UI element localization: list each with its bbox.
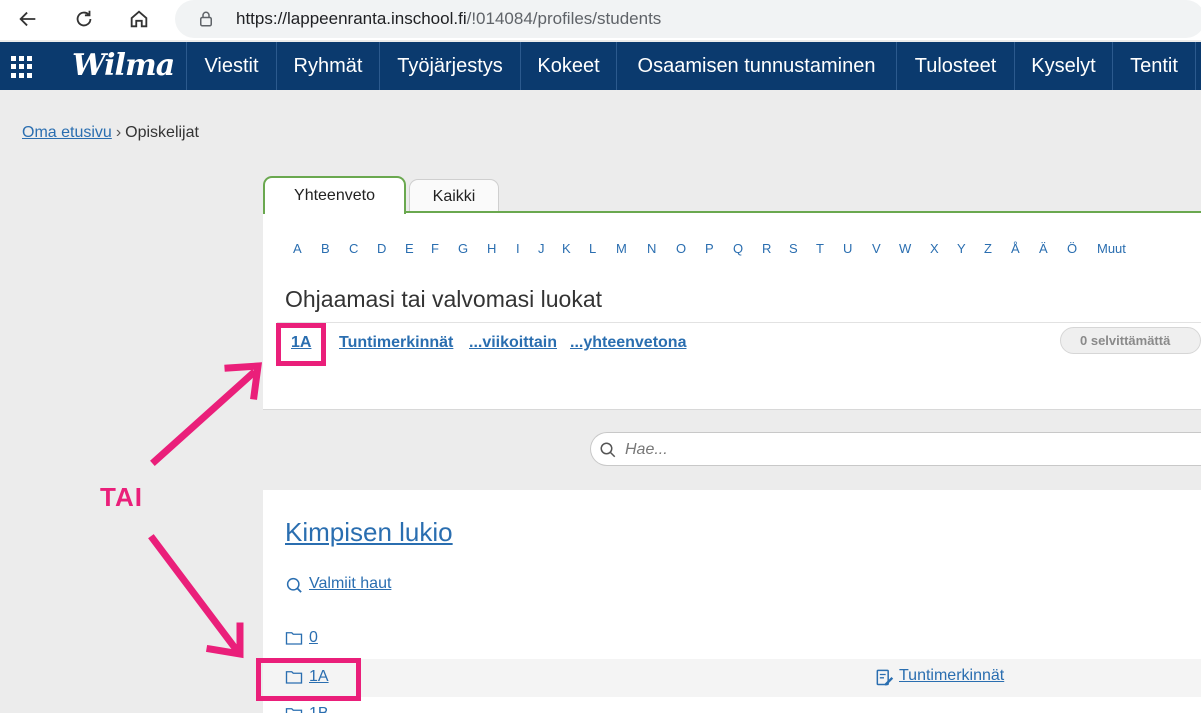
alpha-letter[interactable]: T — [816, 241, 824, 256]
folder-icon — [285, 632, 303, 645]
highlight-box-1a-top — [276, 323, 326, 366]
annotation-or-label: TAI — [100, 482, 143, 512]
group-0-link[interactable]: 0 — [309, 629, 318, 647]
saved-searches-link[interactable]: Valmiit haut — [309, 575, 391, 593]
home-icon — [130, 10, 148, 28]
alpha-letter[interactable]: R — [762, 241, 771, 256]
alpha-letter[interactable]: Å — [1011, 241, 1020, 256]
wilma-logo[interactable]: Wilma — [72, 48, 175, 83]
reload-button[interactable] — [70, 5, 98, 33]
nav-tentit[interactable]: Tentit — [1112, 42, 1196, 90]
search-input[interactable] — [625, 439, 1185, 461]
nav-tyojarjestys[interactable]: Työjärjestys — [379, 42, 520, 90]
breadcrumb: Oma etusivu › Opiskelijat — [22, 124, 199, 142]
unresolved-badge[interactable]: 0 selvittämättä — [1060, 327, 1201, 354]
alpha-letter[interactable]: A — [293, 241, 302, 256]
reload-icon — [76, 10, 92, 27]
alpha-letter[interactable]: L — [589, 241, 596, 256]
row-markings-link[interactable]: Tuntimerkinnät — [899, 667, 1004, 685]
alpha-letter[interactable]: Ö — [1067, 241, 1077, 256]
breadcrumb-separator: › — [115, 124, 122, 141]
breadcrumb-home-link[interactable]: Oma etusivu — [22, 124, 112, 141]
alpha-letter[interactable]: K — [562, 241, 571, 256]
tab-kaikki[interactable]: Kaikki — [409, 179, 499, 213]
group-row-1a — [263, 659, 1201, 697]
nav-viestit[interactable]: Viestit — [186, 42, 276, 90]
address-bar[interactable]: https://lappeenranta.inschool.fi/!014084… — [175, 0, 1201, 38]
alpha-letter[interactable]: I — [516, 241, 520, 256]
alpha-letter[interactable]: V — [872, 241, 881, 256]
browser-toolbar: https://lappeenranta.inschool.fi/!014084… — [0, 0, 1201, 40]
alpha-letter[interactable]: U — [843, 241, 852, 256]
breadcrumb-current: Opiskelijat — [125, 124, 199, 141]
url-host: https://lappeenranta.inschool.fi — [236, 9, 467, 28]
arrow-down-right — [148, 534, 244, 659]
alpha-letter[interactable]: J — [538, 241, 545, 256]
section-divider — [277, 322, 1201, 323]
search-box — [590, 432, 1201, 466]
alpha-letter[interactable]: G — [458, 241, 468, 256]
url-text: https://lappeenranta.inschool.fi/!014084… — [236, 9, 661, 29]
alpha-letter[interactable]: Z — [984, 241, 992, 256]
markings-link[interactable]: Tuntimerkinnät — [339, 334, 453, 352]
nav-osaamisen-tunnustaminen[interactable]: Osaamisen tunnustaminen — [616, 42, 896, 90]
nav-tulosteet[interactable]: Tulosteet — [896, 42, 1014, 90]
guided-classes-title: Ohjaamasi tai valvomasi luokat — [285, 286, 603, 312]
alpha-letter[interactable]: S — [789, 241, 798, 256]
site-info-icon[interactable] — [197, 10, 215, 28]
highlight-box-1a-bottom — [256, 658, 361, 701]
tab-yhteenveto[interactable]: Yhteenveto — [263, 176, 406, 214]
alpha-letter[interactable]: N — [647, 241, 656, 256]
nav-kyselyt[interactable]: Kyselyt — [1014, 42, 1112, 90]
back-button[interactable] — [14, 5, 42, 33]
search-icon — [600, 442, 616, 458]
alpha-letter[interactable]: H — [487, 241, 496, 256]
school-title-link[interactable]: Kimpisen lukio — [285, 517, 453, 548]
alpha-letter[interactable]: Y — [957, 241, 966, 256]
alpha-letter[interactable]: F — [431, 241, 439, 256]
markings-summary-link[interactable]: ...yhteenvetona — [570, 334, 686, 352]
top-navigation: Wilma Viestit Ryhmät Työjärjestys Kokeet… — [0, 42, 1201, 90]
arrow-up-right — [150, 362, 263, 466]
nav-kokeet[interactable]: Kokeet — [520, 42, 616, 90]
alpha-letter[interactable]: B — [321, 241, 330, 256]
alpha-letter[interactable]: W — [899, 241, 911, 256]
alpha-letter-other[interactable]: Muut — [1097, 241, 1126, 256]
markings-weekly-link[interactable]: ...viikoittain — [469, 334, 557, 352]
saved-search-icon — [286, 577, 302, 593]
home-button[interactable] — [125, 5, 153, 33]
alpha-letter[interactable]: P — [705, 241, 714, 256]
alpha-letter[interactable]: X — [930, 241, 939, 256]
alpha-letter[interactable]: E — [405, 241, 414, 256]
back-arrow-icon — [19, 11, 36, 27]
alpha-letter[interactable]: D — [377, 241, 386, 256]
alpha-letter[interactable]: C — [349, 241, 358, 256]
markings-clipboard-icon — [876, 669, 894, 686]
folder-icon — [285, 708, 303, 713]
alpha-letter[interactable]: O — [676, 241, 686, 256]
alpha-letter[interactable]: Q — [733, 241, 743, 256]
group-1b-link[interactable]: 1B — [309, 705, 329, 713]
alpha-letter[interactable]: Ä — [1039, 241, 1048, 256]
alpha-letter[interactable]: M — [616, 241, 627, 256]
nav-ryhmat[interactable]: Ryhmät — [276, 42, 379, 90]
apps-grid-icon[interactable] — [11, 56, 33, 78]
url-path: /!014084/profiles/students — [466, 9, 662, 28]
